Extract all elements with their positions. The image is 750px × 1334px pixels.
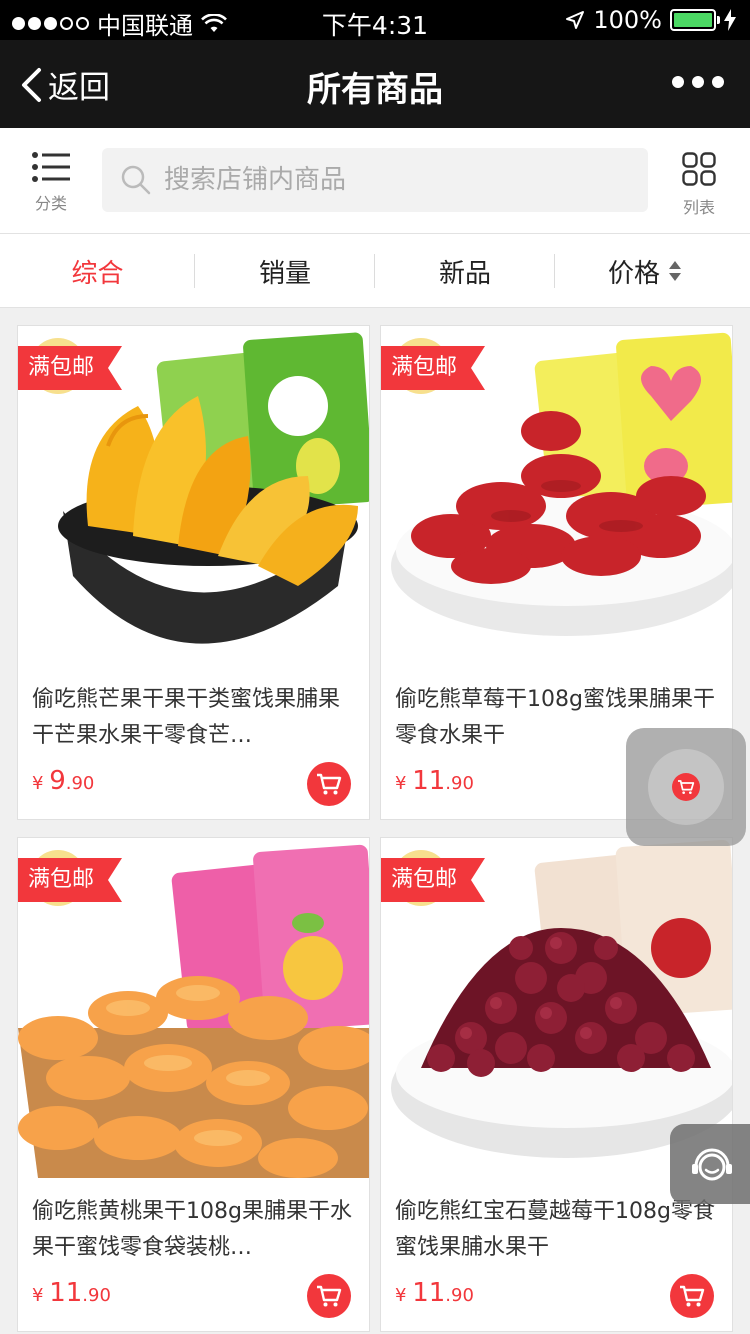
product-title: 偷吃熊黄桃果干108g果脯果干水果干蜜饯零食袋装桃…	[32, 1199, 352, 1260]
more-icon	[672, 76, 684, 88]
list-view-button[interactable]: 列表	[668, 152, 730, 218]
category-button[interactable]: 分类	[20, 152, 82, 214]
cart-icon	[680, 1285, 705, 1307]
tab-sales[interactable]: 销量	[195, 234, 375, 308]
product-price: ¥ 9.90	[32, 766, 95, 796]
product-price: ¥ 11.90	[395, 1278, 474, 1308]
product-card[interactable]: 满包邮 偷吃熊芒果干果干类蜜饯果脯果干芒果水果干零食芒… ¥ 9.90	[17, 325, 370, 820]
battery-percent: 100%	[593, 6, 662, 34]
add-to-cart-button[interactable]	[307, 1274, 351, 1318]
search-box[interactable]	[102, 148, 648, 212]
product-title: 偷吃熊芒果干果干类蜜饯果脯果干芒果水果干零食芒…	[32, 687, 341, 748]
tab-label: 价格	[607, 258, 660, 289]
headset-icon	[692, 1148, 732, 1181]
search-toolbar: 分类 列表	[0, 128, 750, 234]
sort-arrows-icon	[669, 261, 681, 281]
tab-new[interactable]: 新品	[375, 234, 555, 308]
product-title: 偷吃熊红宝石蔓越莓干108g零食蜜饯果脯水果干	[395, 1199, 715, 1260]
product-card[interactable]: 满包邮 偷吃熊黄桃果干108g果脯果干水果干蜜饯零食袋装桃… ¥ 11.90	[17, 837, 370, 1332]
floating-cart-button[interactable]	[626, 728, 746, 846]
charging-icon	[724, 9, 736, 31]
search-icon	[121, 165, 151, 195]
battery-icon	[670, 9, 720, 31]
more-menu-button[interactable]	[672, 76, 724, 88]
tab-comprehensive[interactable]: 综合	[0, 234, 195, 308]
back-button[interactable]: 返回	[20, 62, 110, 107]
location-arrow-icon	[566, 11, 585, 29]
add-to-cart-button[interactable]	[670, 1274, 714, 1318]
add-to-cart-button[interactable]	[307, 762, 351, 806]
category-label: 分类	[34, 194, 67, 213]
cart-icon	[672, 773, 700, 801]
tab-price[interactable]: 价格	[555, 234, 735, 308]
product-price: ¥ 11.90	[395, 766, 474, 796]
list-label: 列表	[682, 198, 715, 217]
back-label: 返回	[48, 70, 110, 106]
cart-icon	[317, 773, 342, 795]
tab-label: 新品	[438, 258, 491, 289]
free-shipping-badge: 满包邮	[381, 346, 486, 390]
free-shipping-badge: 满包邮	[18, 858, 123, 902]
grid-view-icon	[682, 152, 716, 186]
product-card[interactable]: 满包邮 偷吃熊红宝石蔓越莓干108g零食蜜饯果脯水果干 ¥ 11.90	[380, 837, 733, 1332]
search-input[interactable]	[164, 165, 604, 195]
nav-bar: 返回 所有商品	[0, 40, 750, 128]
free-shipping-badge: 满包邮	[18, 346, 123, 390]
status-bar: 中国联通 下午4:31 100%	[0, 0, 750, 40]
tab-label: 综合	[71, 258, 124, 289]
cart-icon	[317, 1285, 342, 1307]
category-list-icon	[32, 152, 70, 182]
product-price: ¥ 11.90	[32, 1278, 111, 1308]
free-shipping-badge: 满包邮	[381, 858, 486, 902]
customer-service-button[interactable]	[670, 1124, 750, 1204]
page-title: 所有商品	[307, 70, 443, 110]
tab-label: 销量	[258, 258, 311, 289]
sort-tabs: 综合 销量 新品 价格	[0, 234, 750, 308]
chevron-left-icon	[22, 67, 41, 102]
